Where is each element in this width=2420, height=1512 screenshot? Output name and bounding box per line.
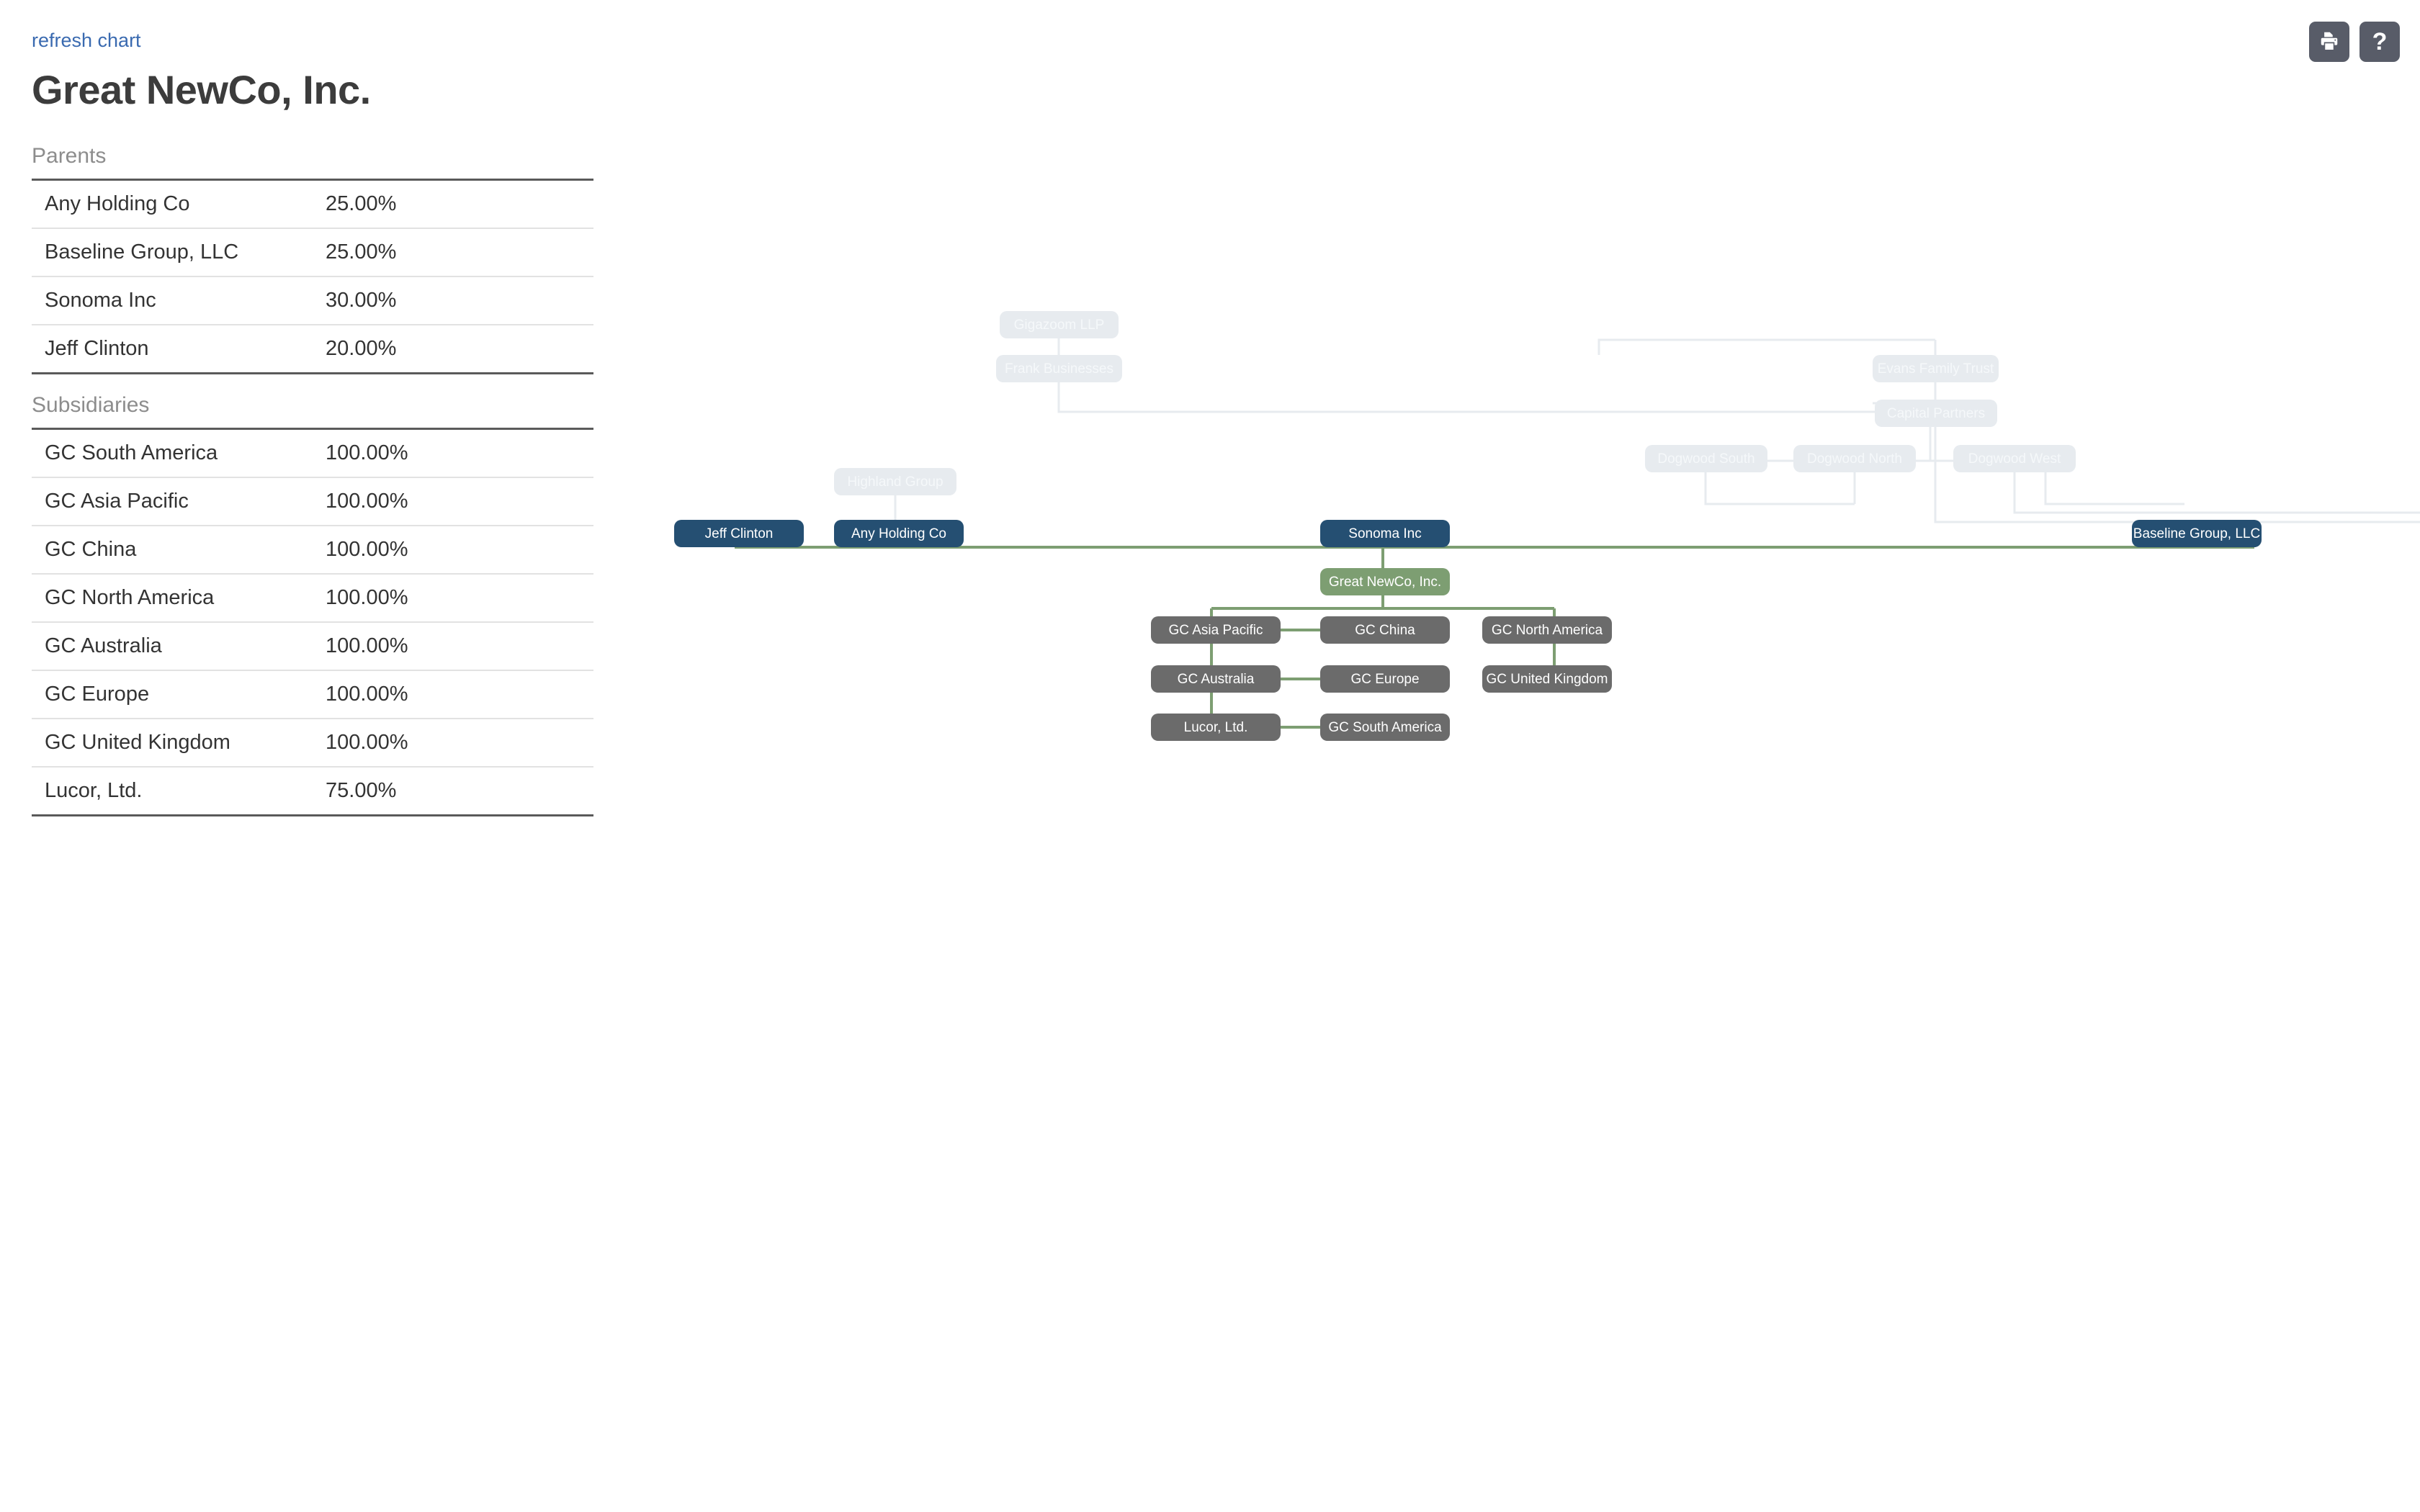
entity-name: Jeff Clinton [32, 324, 313, 374]
chart-node-label: Any Holding Co [851, 526, 947, 541]
chart-node: Dogwood North [1793, 445, 1916, 472]
chart-node-label: GC United Kingdom [1486, 671, 1608, 687]
chart-node[interactable]: GC China [1320, 616, 1450, 644]
chart-node: Frank Businesses [996, 355, 1122, 382]
table-row[interactable]: Sonoma Inc 30.00% [32, 276, 593, 325]
chart-node-label: Great NewCo, Inc. [1328, 574, 1442, 590]
chart-node-label: Evans Family Trust [1877, 361, 1994, 377]
table-row[interactable]: GC Australia 100.00% [32, 621, 593, 671]
chart-node-label: GC South America [1328, 719, 1442, 735]
table-row[interactable]: GC Europe 100.00% [32, 670, 593, 719]
chart-node[interactable]: Jeff Clinton [674, 520, 804, 547]
ownership-percent: 100.00% [313, 670, 593, 719]
parents-table: Any Holding Co 25.00% Baseline Group, LLC 2… [32, 178, 593, 375]
entity-name: Baseline Group, LLC [32, 228, 313, 277]
chart-node[interactable]: Sonoma Inc [1320, 520, 1450, 547]
subsidiaries-table: GC South America 100.00% GC Asia Pacific 10… [32, 427, 593, 817]
page-title: Great NewCo, Inc. [32, 67, 371, 113]
ownership-percent: 100.00% [313, 428, 593, 478]
chart-node[interactable]: GC South America [1320, 714, 1450, 741]
chart-node[interactable]: Any Holding Co [834, 520, 964, 547]
table-row[interactable]: GC South America 100.00% [32, 428, 593, 478]
chart-node: Capital Partners [1875, 400, 1997, 427]
details-sidebar: refresh chart Great NewCo, Inc. Parents … [0, 0, 605, 1512]
refresh-chart-link[interactable]: refresh chart [32, 29, 141, 52]
org-chart[interactable]: Gigazoom LLP Frank Businesses Evans Family… [605, 0, 2420, 1512]
chart-node-label: Frank Businesses [1004, 361, 1113, 377]
chart-node-label: Capital Partners [1886, 405, 1986, 421]
ownership-percent: 100.00% [313, 718, 593, 768]
ownership-percent: 75.00% [313, 766, 593, 816]
org-chart-connectors [733, 338, 2420, 729]
chart-node: Dogwood West [1953, 445, 2076, 472]
parents-heading: Parents [32, 143, 107, 168]
chart-node[interactable]: GC North America [1482, 616, 1612, 644]
chart-node-label: Dogwood South [1657, 451, 1755, 467]
chart-node-label: Lucor, Ltd. [1183, 719, 1248, 735]
chart-node-label: Dogwood West [1968, 451, 2061, 467]
chart-node[interactable]: Great NewCo, Inc. [1320, 568, 1450, 595]
chart-node-label: GC Australia [1177, 671, 1255, 687]
chart-node-label: GC Europe [1350, 671, 1420, 687]
chart-node-label: Sonoma Inc [1348, 526, 1422, 541]
chart-node-label: Baseline Group, LLC [2133, 526, 2261, 541]
entity-name: GC South America [32, 428, 313, 478]
table-row[interactable]: GC Asia Pacific 100.00% [32, 477, 593, 526]
table-row[interactable]: GC United Kingdom 100.00% [32, 718, 593, 768]
chart-node[interactable]: GC Europe [1320, 665, 1450, 693]
chart-node-label: GC China [1355, 622, 1415, 638]
chart-node: Dogwood South [1645, 445, 1767, 472]
chart-node: Highland Group [834, 468, 956, 495]
ownership-percent: 25.00% [313, 179, 593, 229]
table-row[interactable]: Jeff Clinton 20.00% [32, 324, 593, 374]
chart-node: Gigazoom LLP [1000, 311, 1119, 338]
table-row[interactable]: Lucor, Ltd. 75.00% [32, 766, 593, 816]
table-row[interactable]: Baseline Group, LLC 25.00% [32, 228, 593, 277]
ownership-percent: 100.00% [313, 621, 593, 671]
entity-name: GC Australia [32, 621, 313, 671]
chart-node[interactable]: Baseline Group, LLC [2132, 520, 2262, 547]
ownership-percent: 100.00% [313, 477, 593, 526]
chart-node-label: Dogwood North [1806, 451, 1903, 467]
chart-node: Evans Family Trust [1873, 355, 1999, 382]
chart-node-label: Highland Group [847, 474, 944, 490]
entity-name: Sonoma Inc [32, 276, 313, 325]
chart-node[interactable]: GC United Kingdom [1482, 665, 1612, 693]
table-row[interactable]: GC North America 100.00% [32, 573, 593, 623]
ownership-percent: 30.00% [313, 276, 593, 325]
ownership-percent: 100.00% [313, 573, 593, 623]
entity-name: GC Europe [32, 670, 313, 719]
subsidiaries-section: Subsidiaries GC South America 100.00% GC A… [32, 392, 593, 817]
parents-section: Parents Any Holding Co 25.00% Baseline Gro… [32, 143, 593, 375]
entity-name: GC Asia Pacific [32, 477, 313, 526]
ownership-percent: 25.00% [313, 228, 593, 277]
entity-name: Lucor, Ltd. [32, 766, 313, 816]
chart-node-label: GC Asia Pacific [1168, 622, 1263, 638]
chart-node-label: Jeff Clinton [704, 526, 774, 541]
entity-name: Any Holding Co [32, 179, 313, 229]
ownership-percent: 20.00% [313, 324, 593, 374]
subsidiaries-heading: Subsidiaries [32, 392, 150, 417]
chart-node[interactable]: Lucor, Ltd. [1151, 714, 1281, 741]
chart-node[interactable]: GC Australia [1151, 665, 1281, 693]
entity-name: GC United Kingdom [32, 718, 313, 768]
table-row[interactable]: Any Holding Co 25.00% [32, 179, 593, 229]
entity-name: GC China [32, 525, 313, 575]
table-row[interactable]: GC China 100.00% [32, 525, 593, 575]
entity-name: GC North America [32, 573, 313, 623]
chart-node-label: GC North America [1491, 622, 1603, 638]
chart-node[interactable]: GC Asia Pacific [1151, 616, 1281, 644]
chart-node-label: Gigazoom LLP [1013, 317, 1105, 333]
ownership-percent: 100.00% [313, 525, 593, 575]
